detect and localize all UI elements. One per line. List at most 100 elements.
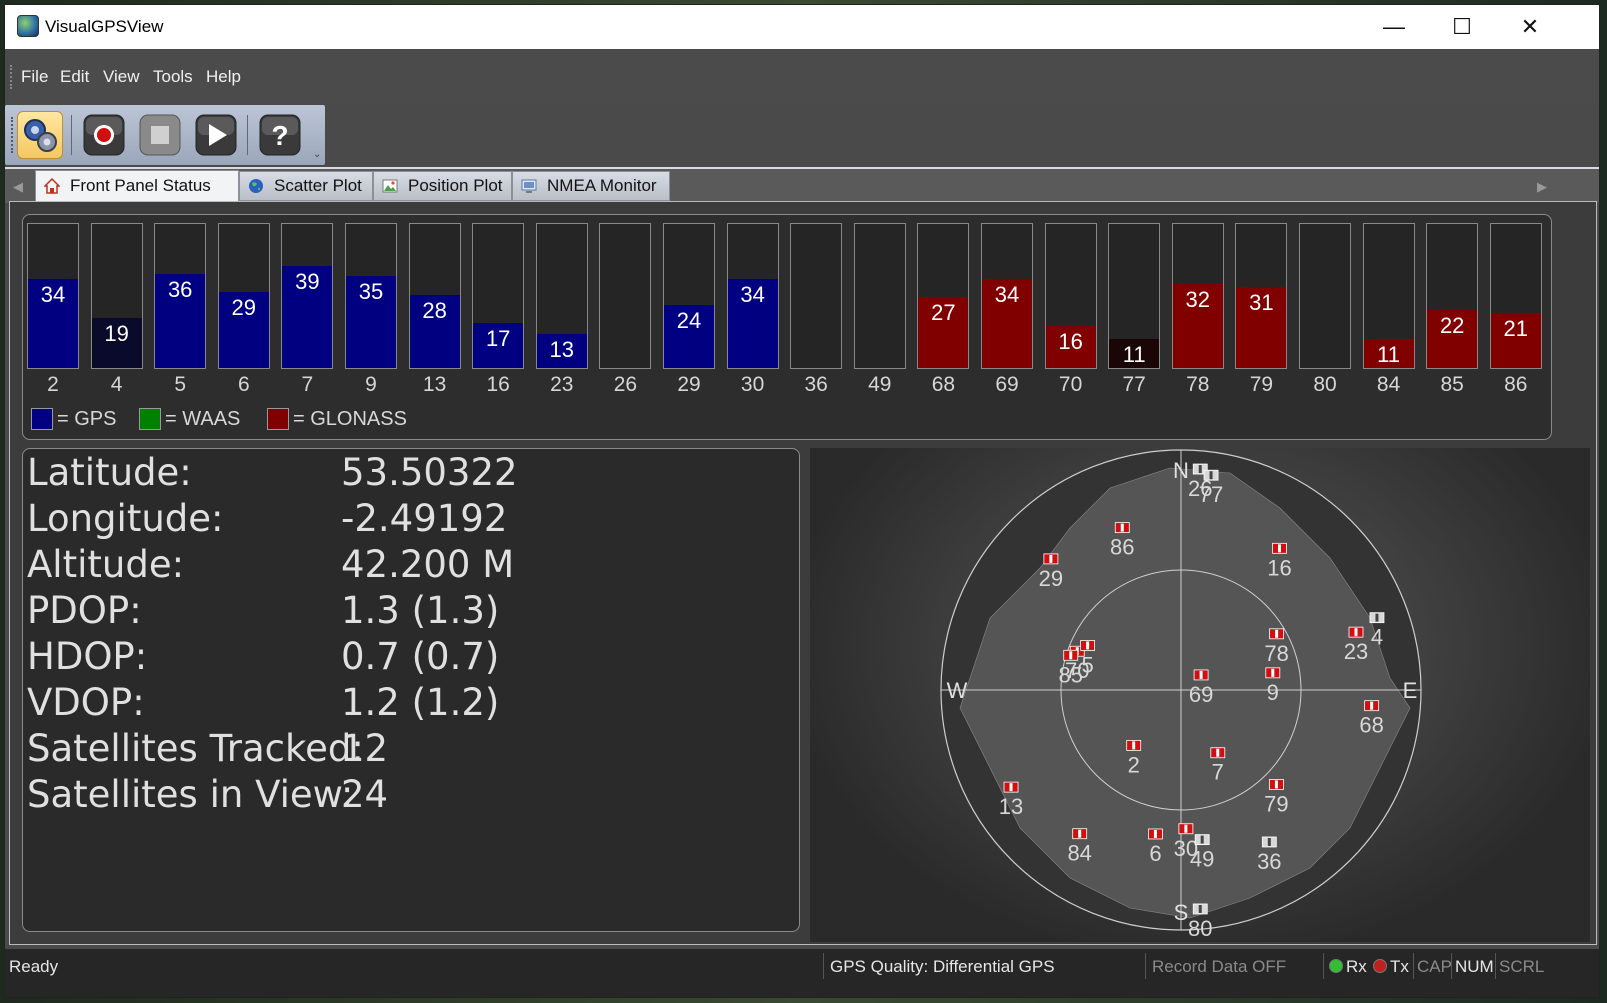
snr-bar-fill: 19 — [91, 318, 142, 368]
sky-plot-area: N S E W 26 77 86 16 29 78 4 23 70 5 85 69 9 68 2 7 79 13 8… — [810, 448, 1590, 942]
satellite-label: 7 — [1212, 760, 1224, 785]
glonass-swatch — [267, 408, 289, 430]
snr-bar-label: 13 — [422, 373, 447, 396]
status-rx: Rx — [1329, 957, 1367, 977]
satellite-core — [1198, 904, 1202, 913]
satellite-label: 68 — [1359, 713, 1383, 738]
satellite-label: 29 — [1039, 566, 1063, 591]
satellite-label: 84 — [1067, 841, 1091, 866]
satellite-core — [1069, 651, 1073, 660]
toolbar-grip[interactable] — [11, 117, 13, 153]
status-record: Record Data OFF — [1152, 957, 1287, 976]
front-panel-content: 34 2 19 4 36 5 29 6 39 7 35 9 28 13 17 16 13 23 26 24 29 34 30… — [9, 201, 1597, 945]
vdop-label: VDOP: — [27, 681, 145, 724]
play-button[interactable] — [193, 111, 239, 159]
satellite-core — [1120, 523, 1124, 532]
latitude-label: Latitude: — [27, 451, 192, 494]
pdop-value: 1.3 (1.3) — [341, 589, 500, 632]
snr-bar-fill: 16 — [1045, 326, 1096, 368]
snr-bar-fill: 28 — [409, 295, 460, 368]
snr-bar-fill: 13 — [536, 334, 587, 368]
pdop-label: PDOP: — [27, 589, 142, 632]
position-info-panel: Latitude: 53.50322 Longitude: -2.49192 A… — [22, 448, 800, 932]
tab-front-panel-status[interactable]: Front Panel Status — [35, 170, 239, 202]
satellite-core — [1009, 783, 1013, 792]
satellites-tracked-label: Satellites Tracked: — [27, 727, 364, 770]
snr-bar-69: 34 — [981, 223, 1033, 369]
snr-bar-label: 6 — [237, 373, 250, 396]
snr-bar-label: 26 — [613, 373, 638, 396]
snr-bar-fill: 32 — [1172, 284, 1223, 368]
close-button[interactable]: ✕ — [1495, 5, 1565, 49]
snr-bar-79: 31 — [1235, 223, 1288, 369]
snr-bar-80 — [1299, 223, 1351, 369]
snr-bar-23: 13 — [535, 223, 588, 369]
rx-led-icon — [1329, 959, 1343, 973]
menu-edit[interactable]: Edit — [60, 67, 89, 87]
satellite-6: 6 — [1148, 828, 1163, 866]
snr-bar-label: 30 — [740, 373, 765, 396]
menu-tools[interactable]: Tools — [153, 67, 193, 87]
menu-file[interactable]: File — [21, 67, 48, 87]
menu-view[interactable]: View — [103, 67, 140, 87]
satellite-core — [1198, 465, 1202, 474]
satellite-core — [1271, 668, 1275, 677]
altitude-label: Altitude: — [27, 543, 185, 586]
satellite-core — [1153, 829, 1157, 838]
satellite-core — [1132, 741, 1136, 750]
status-bar: Ready GPS Quality: Differential GPS Reco… — [5, 949, 1599, 997]
settings-button[interactable] — [17, 111, 63, 159]
title-bar: VisualGPSView — ☐ ✕ — [5, 5, 1599, 49]
snr-bar-label: 68 — [931, 373, 956, 396]
status-separator — [823, 953, 824, 979]
help-button[interactable]: ? — [257, 111, 303, 159]
sky-plot: N S E W 2677861629784237058569 9682 779138… — [940, 449, 1422, 941]
snr-bar-70: 16 — [1044, 223, 1097, 369]
minimize-button[interactable]: — — [1359, 5, 1429, 49]
satellite-label: 2 — [1128, 752, 1140, 777]
snr-bar-85: 22 — [1426, 223, 1479, 369]
snr-bar-fill: 11 — [1109, 339, 1160, 368]
toolbar-overflow-icon[interactable]: ⌄ — [313, 149, 321, 160]
tab-nmea-monitor[interactable]: NMEA Monitor — [512, 171, 670, 201]
snr-bar-fill: 31 — [1236, 287, 1287, 368]
tab-label: Position Plot — [408, 176, 503, 195]
west-label: W — [947, 678, 968, 703]
snr-bar-86: 21 — [1489, 223, 1542, 369]
hdop-value: 0.7 (0.7) — [341, 635, 500, 678]
snr-bar-fill: 21 — [1490, 313, 1541, 368]
record-icon — [83, 114, 125, 156]
satellite-label: 79 — [1264, 791, 1288, 816]
south-label: S — [1174, 900, 1189, 925]
vdop-value: 1.2 (1.2) — [341, 681, 500, 724]
satellites-in-view-label: Satellites in View: — [27, 773, 354, 816]
tab-scatter-plot[interactable]: Scatter Plot — [239, 171, 373, 201]
menu-grip[interactable] — [10, 65, 15, 89]
maximize-button[interactable]: ☐ — [1427, 5, 1497, 49]
snr-bar-fill: 34 — [727, 279, 778, 368]
satellite-label: 5 — [1081, 652, 1093, 677]
record-button[interactable] — [81, 111, 127, 159]
tab-label: Front Panel Status — [70, 176, 211, 195]
latitude-value: 53.50322 — [341, 451, 518, 494]
window-title: VisualGPSView — [45, 17, 164, 36]
satellites-tracked-value: 12 — [341, 727, 389, 770]
snr-bar-fill: 17 — [473, 323, 524, 368]
status-separator — [1495, 953, 1496, 979]
snr-bar-16: 17 — [472, 223, 525, 369]
menu-help[interactable]: Help — [206, 67, 241, 87]
tab-scroll-left-icon[interactable]: ◀ — [13, 179, 23, 195]
tab-scroll-right-icon[interactable]: ▶ — [1537, 179, 1547, 195]
snr-bar-6: 29 — [217, 223, 270, 369]
snr-bar-fill: 35 — [346, 276, 396, 368]
satellite-label: 85 — [1058, 662, 1082, 687]
satellite-core — [1278, 544, 1282, 553]
snr-bar-7: 39 — [281, 223, 334, 369]
snr-bar-label: 16 — [486, 373, 510, 396]
tx-label: Tx — [1390, 957, 1409, 976]
toolbar: ? ⌄ — [5, 105, 325, 165]
tab-position-plot[interactable]: Position Plot — [373, 171, 512, 201]
snr-bar-label: 49 — [868, 373, 892, 396]
stop-button[interactable] — [137, 111, 183, 159]
snr-bar-36 — [790, 223, 843, 369]
